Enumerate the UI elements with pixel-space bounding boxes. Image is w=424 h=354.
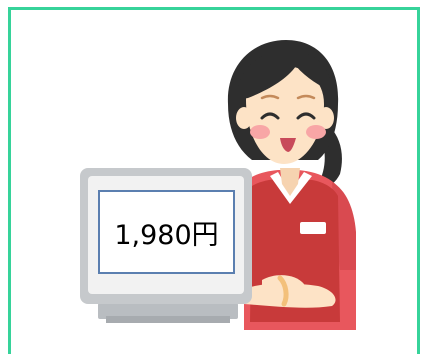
monitor-stand-base <box>106 316 230 323</box>
ear-right <box>318 107 334 129</box>
shop-clerk-illustration <box>80 40 356 330</box>
cheek-right <box>306 125 326 139</box>
ear-left <box>236 107 252 129</box>
illustration-frame: 1,980円 <box>0 0 424 354</box>
price-text: 1,980円 <box>114 219 219 251</box>
cheek-left <box>250 125 270 139</box>
name-badge <box>300 222 326 234</box>
